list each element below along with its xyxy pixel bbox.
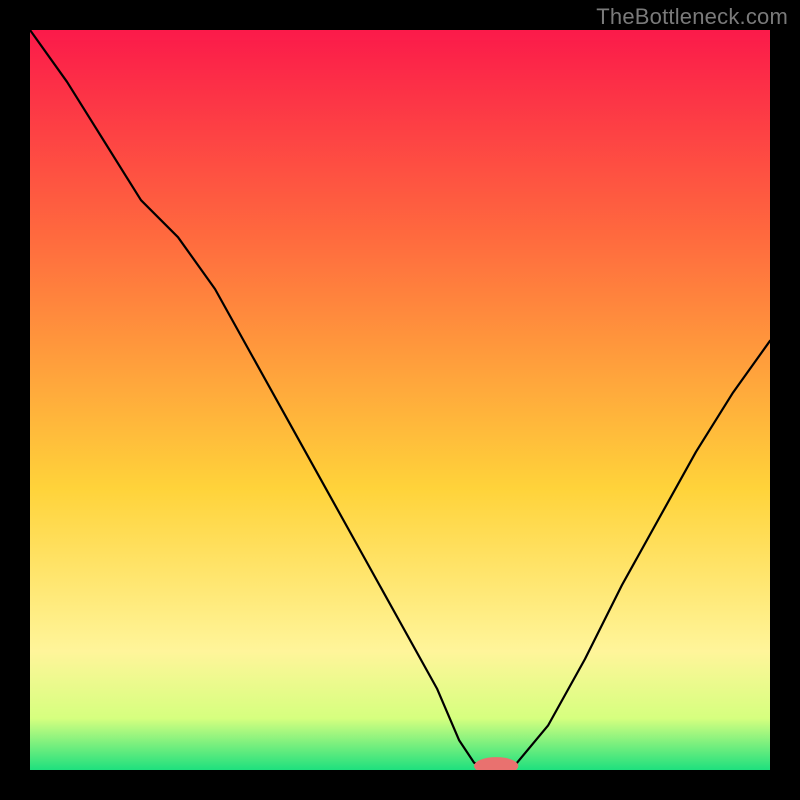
chart-frame: TheBottleneck.com <box>0 0 800 800</box>
bottleneck-chart <box>30 30 770 770</box>
gradient-background <box>30 30 770 770</box>
watermark-text: TheBottleneck.com <box>596 4 788 30</box>
plot-area <box>30 30 770 770</box>
